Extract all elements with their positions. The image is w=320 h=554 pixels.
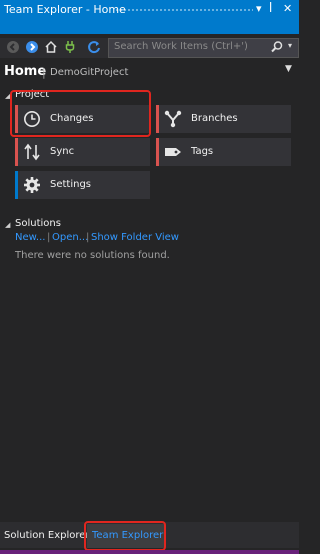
tile-sync-label: Sync: [50, 146, 75, 157]
tile-accent: [15, 138, 18, 166]
show-folder-view-link[interactable]: Show Folder View: [91, 232, 179, 243]
tile-tags-label: Tags: [191, 146, 214, 157]
tile-settings-label: Settings: [50, 179, 92, 190]
gear-icon: [23, 176, 41, 194]
section-solutions-label[interactable]: Solutions: [15, 218, 61, 229]
tile-accent: [156, 105, 159, 133]
page-dropdown-icon[interactable]: ▼: [285, 64, 292, 74]
branch-icon: [164, 110, 182, 128]
highlight-box-team-explorer: [84, 521, 166, 551]
search-input[interactable]: Search Work Items (Ctrl+'): [114, 41, 248, 52]
collapse-arrow-icon[interactable]: ◢: [5, 221, 10, 229]
page-title: Home: [4, 64, 47, 79]
project-name[interactable]: DemoGitProject: [50, 67, 128, 78]
window-title: Team Explorer - Home: [4, 3, 126, 16]
search-icon[interactable]: [270, 40, 284, 57]
tile-settings[interactable]: Settings: [15, 171, 150, 199]
tab-solution-explorer[interactable]: Solution Explorer: [4, 530, 90, 541]
tile-accent: [156, 138, 159, 166]
close-icon[interactable]: ✕: [283, 2, 292, 16]
tile-branches[interactable]: Branches: [156, 105, 291, 133]
new-solution-link[interactable]: New...: [15, 232, 45, 243]
tile-branches-label: Branches: [191, 113, 238, 124]
tag-icon: [164, 143, 182, 161]
link-separator: |: [47, 232, 51, 243]
tile-sync[interactable]: Sync: [15, 138, 150, 166]
title-grip: [115, 8, 253, 12]
refresh-icon[interactable]: [86, 40, 102, 56]
sync-icon: [23, 143, 41, 161]
open-solution-link[interactable]: Open...: [52, 232, 88, 243]
highlight-box-changes: [10, 90, 151, 137]
no-solutions-message: There were no solutions found.: [15, 250, 170, 261]
back-icon[interactable]: [5, 40, 21, 56]
title-separator: |: [42, 66, 46, 79]
status-accent-line: [0, 550, 299, 554]
tile-tags[interactable]: Tags: [156, 138, 291, 166]
forward-icon[interactable]: [24, 40, 40, 56]
connect-icon[interactable]: [62, 40, 78, 56]
home-icon[interactable]: [43, 40, 59, 56]
tile-accent: [15, 171, 18, 199]
pin-icon[interactable]: ꟾ: [269, 2, 272, 16]
link-separator: |: [86, 232, 90, 243]
search-dropdown-icon[interactable]: ▾: [288, 41, 292, 50]
window-options-button[interactable]: ▾: [256, 2, 262, 16]
